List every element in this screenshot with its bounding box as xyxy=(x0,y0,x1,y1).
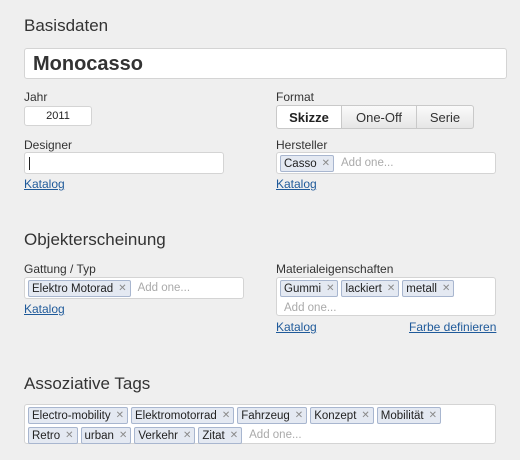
name-input[interactable]: Monocasso xyxy=(24,48,507,79)
material-label: Materialeigenschaften xyxy=(276,262,394,276)
tag-label: Gummi xyxy=(284,282,322,295)
tag-chip: Konzept ✕ xyxy=(310,407,374,424)
remove-x-icon[interactable]: ✕ xyxy=(116,410,124,421)
assoziative-tag-input[interactable]: Electro-mobility ✕ Elektromotorrad ✕ Fahrz… xyxy=(24,404,496,444)
designer-label: Designer xyxy=(24,138,73,152)
tag-label: Fahrzeug xyxy=(241,409,290,422)
tag-chip: Mobilität ✕ xyxy=(376,407,441,424)
tag-label: Verkehr xyxy=(138,429,178,442)
tag-label: Mobilität xyxy=(380,409,424,422)
designer-katalog-link[interactable]: Katalog xyxy=(24,177,65,191)
hersteller-tag-input[interactable]: Casso ✕ Add one... xyxy=(276,152,496,174)
material-katalog-link[interactable]: Katalog xyxy=(276,320,317,334)
remove-x-icon[interactable]: ✕ xyxy=(429,410,437,421)
tag-label: metall xyxy=(406,282,437,295)
tag-chip: Casso ✕ xyxy=(280,155,334,172)
remove-x-icon[interactable]: ✕ xyxy=(222,410,230,421)
jahr-input[interactable]: 2011 xyxy=(24,106,92,126)
remove-x-icon[interactable]: ✕ xyxy=(65,430,73,441)
remove-x-icon[interactable]: ✕ xyxy=(387,283,395,294)
tag-chip: urban ✕ xyxy=(80,427,132,444)
tag-chip: Gummi ✕ xyxy=(280,280,339,297)
remove-x-icon[interactable]: ✕ xyxy=(361,410,369,421)
hersteller-katalog-link[interactable]: Katalog xyxy=(276,177,317,191)
remove-x-icon[interactable]: ✕ xyxy=(295,410,303,421)
section-title-basisdaten: Basisdaten xyxy=(24,16,109,35)
hersteller-label: Hersteller xyxy=(276,138,328,152)
tag-label: urban xyxy=(84,429,114,442)
tag-chip: Verkehr ✕ xyxy=(134,427,196,444)
tag-chip: Zitat ✕ xyxy=(198,427,243,444)
format-option-one-off[interactable]: One-Off xyxy=(342,105,417,129)
designer-input[interactable] xyxy=(24,152,224,174)
section-title-objekterscheinung: Objekterscheinung xyxy=(24,230,166,249)
add-one-placeholder[interactable]: Add one... xyxy=(249,427,301,444)
format-option-skizze[interactable]: Skizze xyxy=(276,105,342,129)
tag-chip: metall ✕ xyxy=(402,280,455,297)
remove-x-icon[interactable]: ✕ xyxy=(119,430,127,441)
tag-label: Casso xyxy=(284,157,317,170)
gattung-katalog-link[interactable]: Katalog xyxy=(24,302,65,316)
jahr-label: Jahr xyxy=(24,90,48,104)
tag-label: Retro xyxy=(32,429,61,442)
tag-chip: lackiert ✕ xyxy=(341,280,400,297)
tag-label: Electro-mobility xyxy=(32,409,111,422)
tag-label: lackiert xyxy=(345,282,382,295)
format-label: Format xyxy=(276,90,315,104)
remove-x-icon[interactable]: ✕ xyxy=(442,283,450,294)
remove-x-icon[interactable]: ✕ xyxy=(118,283,126,294)
tag-label: Elektro Motorad xyxy=(32,282,114,295)
remove-x-icon[interactable]: ✕ xyxy=(183,430,191,441)
remove-x-icon[interactable]: ✕ xyxy=(322,158,330,169)
gattung-tag-input[interactable]: Elektro Motorad ✕ Add one... xyxy=(24,277,244,299)
material-tag-input[interactable]: Gummi ✕ lackiert ✕ metall ✕ Add one... xyxy=(276,277,496,316)
tag-label: Elektromotorrad xyxy=(135,409,217,422)
text-cursor xyxy=(29,157,30,170)
format-segmented-control: Skizze One-Off Serie xyxy=(276,105,474,129)
remove-x-icon[interactable]: ✕ xyxy=(230,430,238,441)
tag-chip: Retro ✕ xyxy=(28,427,78,444)
section-title-assoziative-tags: Assoziative Tags xyxy=(24,374,151,393)
tag-label: Konzept xyxy=(314,409,357,422)
add-one-placeholder[interactable]: Add one... xyxy=(138,280,190,297)
tag-chip: Elektro Motorad ✕ xyxy=(28,280,131,297)
tag-chip: Electro-mobility ✕ xyxy=(28,407,128,424)
tag-chip: Fahrzeug ✕ xyxy=(237,407,308,424)
gattung-label: Gattung / Typ xyxy=(24,262,96,276)
add-one-placeholder[interactable]: Add one... xyxy=(341,155,393,172)
format-option-serie[interactable]: Serie xyxy=(417,105,474,129)
add-one-placeholder[interactable]: Add one... xyxy=(284,300,336,317)
tag-chip: Elektromotorrad ✕ xyxy=(131,407,235,424)
tag-label: Zitat xyxy=(202,429,225,442)
farbe-definieren-link[interactable]: Farbe definieren xyxy=(409,320,496,334)
remove-x-icon[interactable]: ✕ xyxy=(326,283,334,294)
